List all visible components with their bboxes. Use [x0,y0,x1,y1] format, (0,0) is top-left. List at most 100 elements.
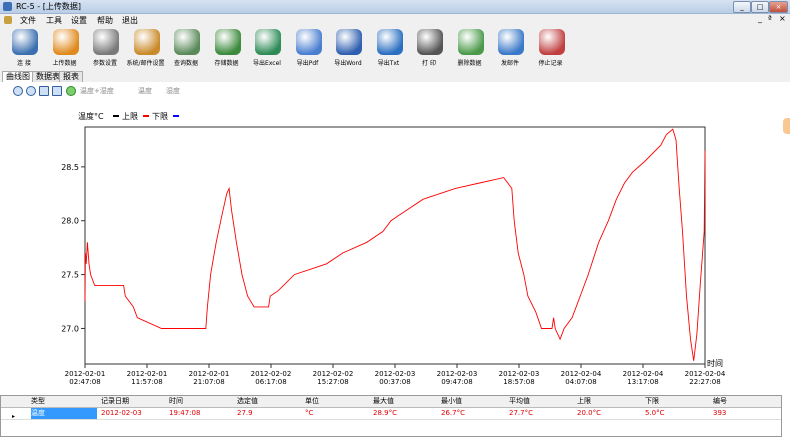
tab-curve[interactable]: 曲线图 [2,71,34,82]
x-tick-time: 06:17:08 [255,378,286,386]
table-row[interactable]: 温度 2012-02-03 19:47:08 27.9 °C 28.9°C 26.7°C 27… [1,408,781,420]
x-tick-time: 00:37:08 [379,378,410,386]
table-cell[interactable]: 26.7°C [441,408,465,419]
close-button[interactable]: × [769,1,788,13]
refresh-icon[interactable] [66,86,76,96]
x-tick-date: 2012-02-03 [375,370,416,378]
mdi-icon [4,16,12,24]
x-tick-date: 2012-02-01 [65,370,106,378]
menu-tools[interactable]: 工具 [46,15,62,26]
menu-bar: 文件 工具 设置 帮助 退出 [0,14,790,26]
column-header[interactable]: 平均值 [509,396,530,407]
column-header[interactable]: 记录日期 [101,396,129,407]
toolbar-button-11[interactable]: 删除数据 [450,26,490,70]
zoom-in-icon[interactable] [13,86,23,96]
view-temp-link[interactable]: 温度 [138,86,152,96]
minimize-button[interactable]: _ [733,1,751,13]
side-handle[interactable] [783,118,790,134]
toolbar-button-3[interactable]: 系统/邮件设置 [126,26,166,70]
x-tick-date: 2012-02-03 [437,370,478,378]
table-cell[interactable]: 27.9 [237,408,253,419]
toolbar-button-5[interactable]: 存储数据 [207,26,247,70]
row-indicator-icon: ▸ [12,413,16,420]
column-header[interactable]: 时间 [169,396,183,407]
column-header[interactable]: 选定值 [237,396,258,407]
title-bar: RC-5 - [上传数据] _ □ × [0,0,790,14]
toolbar-button-6[interactable]: 导出Excel [247,26,287,70]
table-header: 类型 记录日期 时间 选定值 单位 最大值 最小值 平均值 上限 下限 编号 [1,396,781,408]
gear-icon [93,29,119,55]
temperature-chart: 28.528.027.527.02012-02-0102:47:082012-0… [61,126,726,386]
upload-icon [52,29,79,55]
scroll-left-icon[interactable] [39,86,49,96]
query-icon [174,29,200,55]
view-temp-humidity-link[interactable]: 温度+湿度 [80,86,114,96]
x-tick-date: 2012-02-02 [313,370,354,378]
toolbar: 连 接上传数据 参数设置 系统/邮件设置 查询数据 存储数据 导出Excel 导出Pdf 导出… [0,26,790,72]
x-tick-date: 2012-02-01 [127,370,168,378]
print-icon [417,29,443,55]
x-tick-time: 13:17:08 [627,378,658,386]
toolbar-button-12[interactable]: 发邮件 [490,26,530,70]
mdi-restore-button[interactable]: ª [768,14,772,23]
x-tick-date: 2012-02-04 [561,370,602,378]
view-humidity-link[interactable]: 湿度 [166,86,180,96]
tab-report[interactable]: 报表 [59,71,83,82]
toolbar-button-10[interactable]: 打 印 [409,26,449,70]
settings-icon [133,29,160,55]
mdi-close-button[interactable]: × [779,14,786,23]
table-cell[interactable]: 5.0°C [645,408,665,419]
table-cell[interactable]: 20.0°C [577,408,601,419]
table-cell[interactable]: 27.7°C [509,408,533,419]
table-cell[interactable]: 温度 [31,408,97,419]
column-header[interactable]: 上限 [577,396,591,407]
trash-icon [457,29,484,55]
toolbar-button-13[interactable]: 停止记录 [531,26,571,70]
x-tick-time: 11:57:08 [131,378,162,386]
table-cell[interactable]: 19:47:08 [169,408,200,419]
x-tick-date: 2012-02-02 [251,370,292,378]
x-tick-time: 15:27:08 [317,378,348,386]
x-tick-time: 02:47:08 [69,378,100,386]
x-tick-date: 2012-02-04 [623,370,664,378]
column-header[interactable]: 下限 [645,396,659,407]
table-cell[interactable]: 28.9°C [373,408,397,419]
table-cell[interactable]: 393 [713,408,726,419]
x-tick-date: 2012-02-04 [685,370,726,378]
connect-icon [12,29,38,55]
menu-file[interactable]: 文件 [20,15,36,26]
stop-icon [538,29,565,55]
x-axis-label: 时间 [707,358,723,368]
column-header[interactable]: 编号 [713,396,727,407]
toolbar-button-0[interactable]: 连 接 [4,26,44,70]
menu-settings[interactable]: 设置 [71,15,87,26]
column-header[interactable]: 最小值 [441,396,462,407]
column-header[interactable]: 类型 [31,396,45,407]
menu-exit[interactable]: 退出 [122,15,138,26]
mdi-minimize-button[interactable]: _ [758,14,762,23]
x-tick-date: 2012-02-03 [499,370,540,378]
maximize-button[interactable]: □ [751,1,769,13]
y-tick-label: 27.0 [61,324,79,333]
x-tick-time: 09:47:08 [441,378,472,386]
legend-upper-swatch [143,115,149,117]
toolbar-button-9[interactable]: 导出Txt [369,26,409,70]
toolbar-button-7[interactable]: 导出Pdf [288,26,328,70]
x-tick-time: 18:57:08 [503,378,534,386]
app-icon [3,2,12,11]
table-cell[interactable]: 2012-02-03 [101,408,142,419]
column-header[interactable]: 最大值 [373,396,394,407]
toolbar-button-8[interactable]: 导出Word [328,26,368,70]
toolbar-button-4[interactable]: 查询数据 [166,26,206,70]
column-header[interactable]: 单位 [305,396,319,407]
menu-help[interactable]: 帮助 [97,15,113,26]
toolbar-button-2[interactable]: 参数设置 [85,26,125,70]
toolbar-button-1[interactable]: 上传数据 [45,26,85,70]
chart-toolbar: 温度+湿度 温度 湿度 [0,82,790,98]
zoom-out-icon[interactable] [26,86,36,96]
scroll-right-icon[interactable] [52,86,62,96]
legend-temp-swatch [113,115,119,117]
legend-lower-swatch [173,115,179,117]
x-tick-date: 2012-02-01 [189,370,230,378]
table-cell[interactable]: °C [305,408,313,419]
